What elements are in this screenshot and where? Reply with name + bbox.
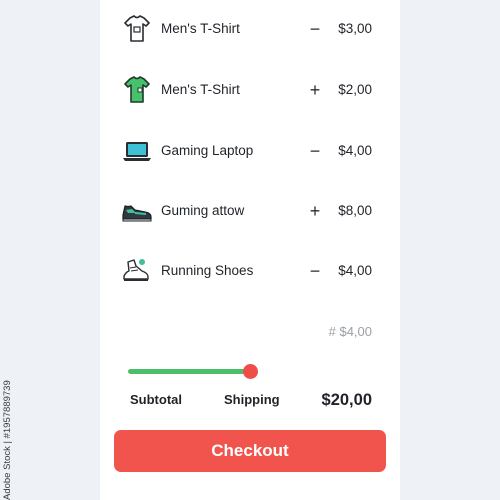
increase-button[interactable]: +: [305, 78, 325, 102]
item-name: Men's T-Shirt: [161, 82, 240, 97]
cart-item: Men's T-Shirt − $3,00: [100, 12, 400, 52]
decrease-button[interactable]: −: [305, 17, 325, 41]
item-price: $8,00: [338, 203, 372, 218]
item-price: $2,00: [338, 82, 372, 97]
progress-slider-thumb[interactable]: [243, 364, 258, 379]
cart-item: Men's T-Shirt + $2,00: [100, 73, 400, 113]
cart-item: Running Shoes − $4,00: [100, 254, 400, 294]
white-tshirt-icon: [120, 12, 154, 46]
stock-id-text: Adobe Stock | #1957889739: [2, 380, 13, 500]
running-shoes-icon: [120, 254, 154, 288]
shipping-label: Shipping: [224, 392, 280, 407]
total-amount: $20,00: [321, 391, 372, 409]
cart-card: Men's T-Shirt − $3,00 Men's T-Shirt + $2…: [100, 0, 400, 500]
misc-line: # $4,00: [328, 324, 372, 339]
item-name: Gaming Laptop: [161, 143, 254, 158]
item-name: Men's T-Shirt: [161, 21, 240, 36]
sneaker-icon: [120, 194, 154, 228]
checkout-button[interactable]: Checkout: [114, 430, 386, 472]
subtotal-label: Subtotal: [130, 392, 182, 407]
page: Men's T-Shirt − $3,00 Men's T-Shirt + $2…: [0, 0, 500, 500]
cart-item: Gaming Laptop − $4,00: [100, 134, 400, 174]
decrease-button[interactable]: −: [305, 259, 325, 283]
cart-item: Guming attow + $8,00: [100, 194, 400, 234]
decrease-button[interactable]: −: [305, 139, 325, 163]
item-price: $4,00: [338, 263, 372, 278]
progress-track: [128, 369, 250, 374]
increase-button[interactable]: +: [305, 199, 325, 223]
item-name: Running Shoes: [161, 263, 254, 278]
item-price: $4,00: [338, 143, 372, 158]
item-name: Guming attow: [161, 203, 245, 218]
green-tshirt-icon: [120, 73, 154, 107]
item-price: $3,00: [338, 21, 372, 36]
laptop-icon: [120, 134, 154, 168]
